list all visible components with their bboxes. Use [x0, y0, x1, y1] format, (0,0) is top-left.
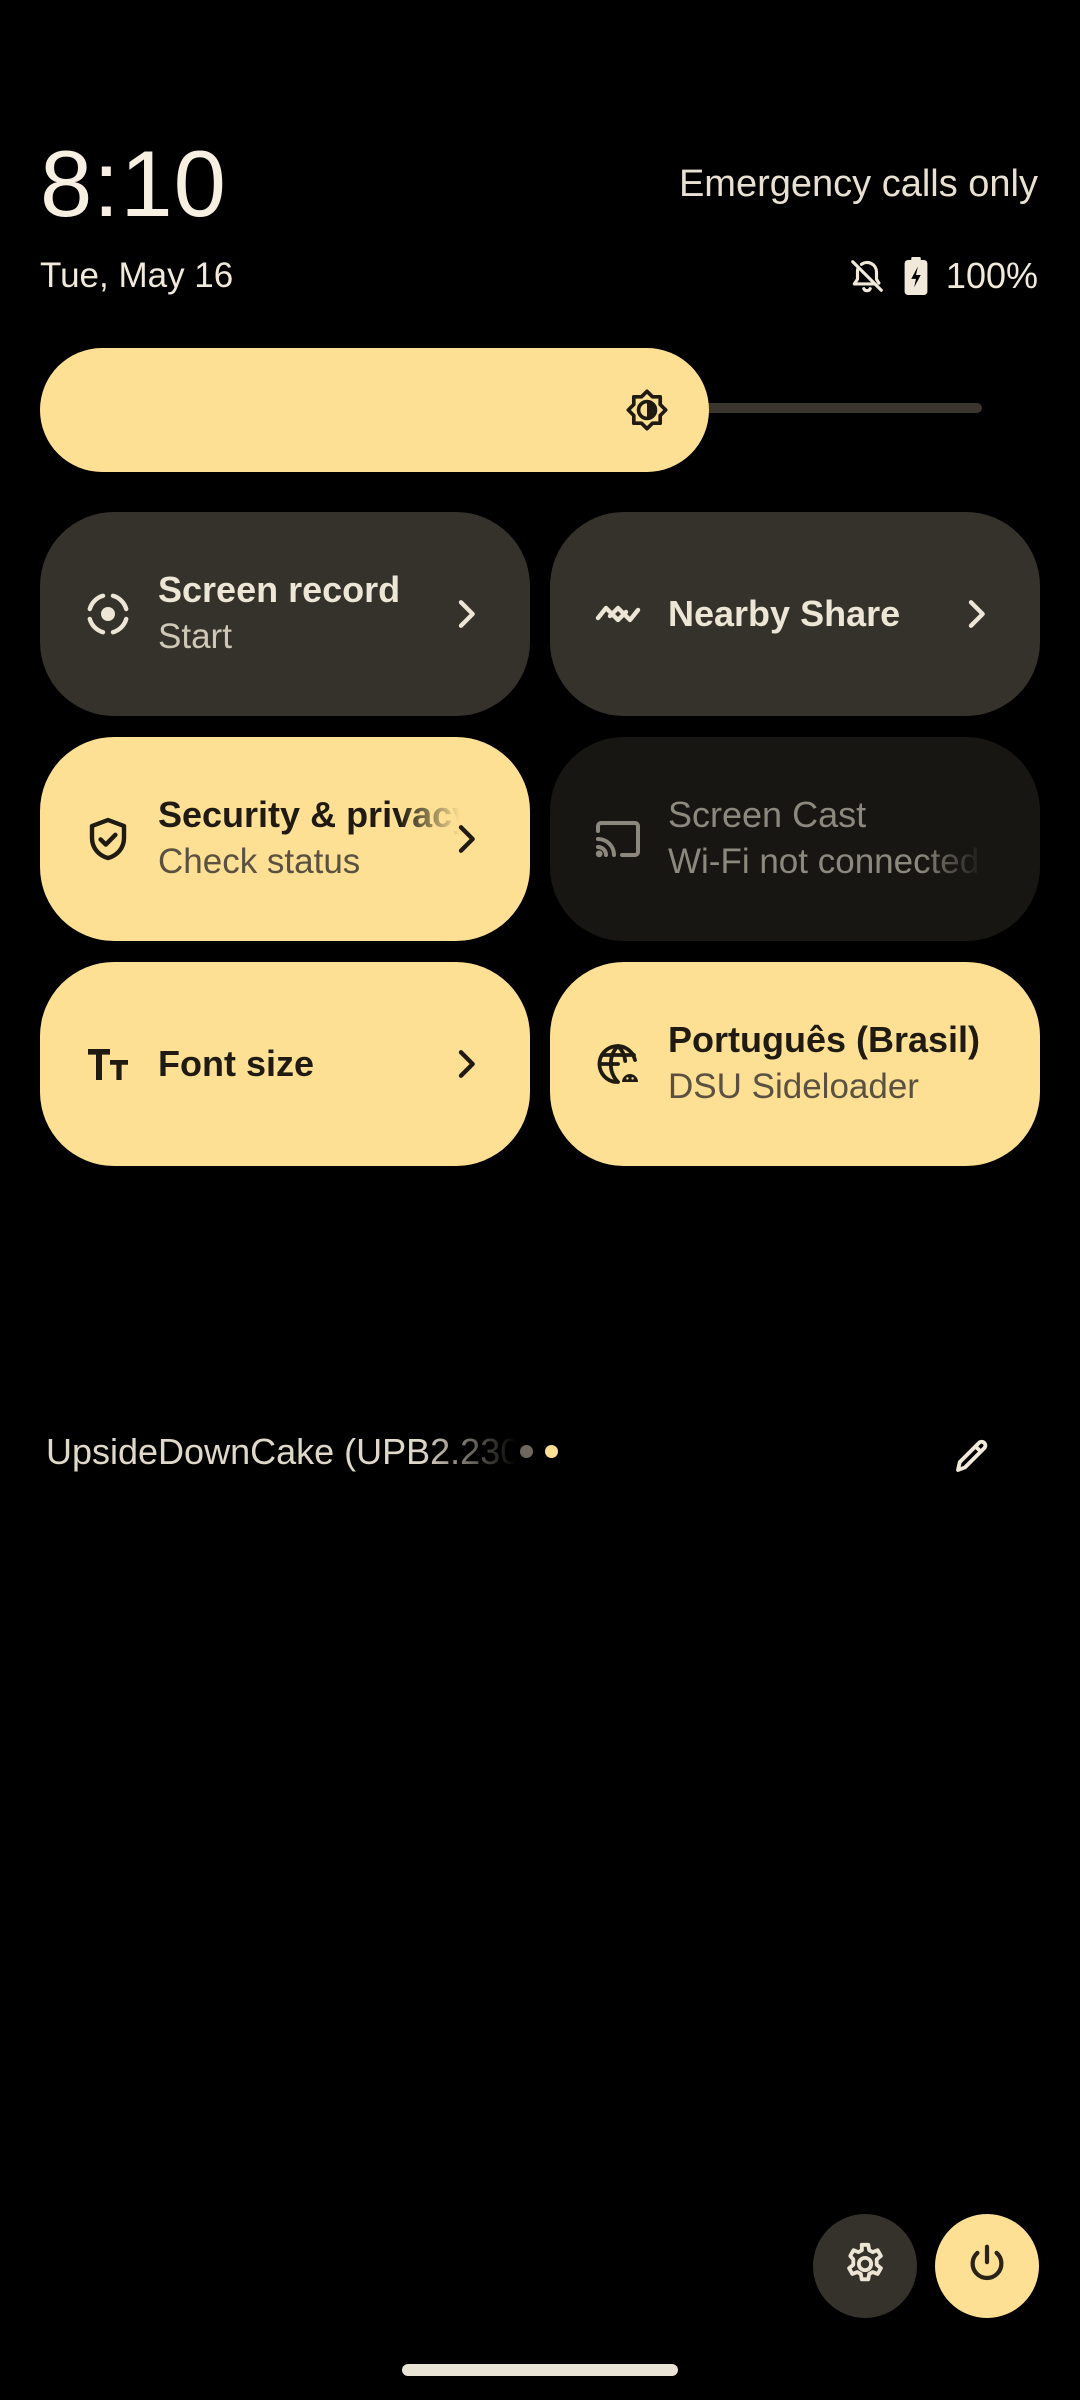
- tile-secondary-label: Check status: [158, 842, 361, 881]
- tile-label: Screen Cast: [668, 794, 867, 835]
- edit-pencil-icon: [951, 1435, 993, 1482]
- tile-label: Screen record: [158, 569, 401, 610]
- power-icon: [964, 2241, 1010, 2292]
- screen-record-icon: [84, 590, 132, 638]
- battery-percentage: 100%: [945, 255, 1038, 296]
- chevron-right-icon: [446, 594, 486, 634]
- font-size-icon: [84, 1040, 132, 1088]
- brightness-icon: [625, 388, 669, 432]
- nearby-share-icon: [594, 590, 642, 638]
- tile-label: Nearby Share: [668, 593, 901, 634]
- build-number[interactable]: UpsideDownCake (UPB2.230407: [46, 1428, 516, 1476]
- page-indicator: [520, 1445, 558, 1458]
- cast-icon: [594, 815, 642, 863]
- chevron-right-icon: [446, 819, 486, 859]
- tile-label: Font size: [158, 1043, 315, 1084]
- battery-charging-icon: [904, 257, 928, 295]
- date-text[interactable]: Tue, May 16: [40, 254, 233, 298]
- tile-secondary-label: DSU Sideloader: [668, 1067, 919, 1106]
- tile-nearby-share[interactable]: Nearby Share: [550, 512, 1040, 716]
- tile-screen-record[interactable]: Screen record Start: [40, 512, 530, 716]
- edit-button[interactable]: [940, 1426, 1004, 1490]
- page-dot: [545, 1445, 558, 1458]
- tile-secondary-label: Wi-Fi not connected: [668, 842, 980, 881]
- power-button[interactable]: [935, 2214, 1039, 2318]
- carrier-status: Emergency calls only: [678, 163, 1038, 205]
- settings-button[interactable]: [813, 2214, 917, 2318]
- status-icons: 100%: [848, 252, 1038, 300]
- tile-secondary-label: Start: [158, 617, 232, 656]
- tile-screen-cast[interactable]: Screen Cast Wi-Fi not connected: [550, 737, 1040, 941]
- navigation-handle[interactable]: [402, 2364, 678, 2376]
- tile-label: Português (Brasil): [668, 1019, 981, 1060]
- language-globe-icon: [594, 1040, 642, 1088]
- page-dot: [520, 1445, 533, 1458]
- tile-security-privacy[interactable]: Security & privacy Check status: [40, 737, 530, 941]
- chevron-right-icon: [956, 594, 996, 634]
- brightness-slider[interactable]: [40, 348, 982, 472]
- shield-check-icon: [84, 815, 132, 863]
- tile-font-size[interactable]: Font size: [40, 962, 530, 1166]
- clock-time[interactable]: 8:10: [40, 128, 227, 240]
- tile-label: Security & privacy: [158, 794, 460, 835]
- brightness-fill[interactable]: [40, 348, 709, 472]
- gear-icon: [842, 2241, 888, 2292]
- notifications-off-icon: [848, 257, 886, 295]
- chevron-right-icon: [446, 1044, 486, 1084]
- tile-language[interactable]: Português (Brasil) DSU Sideloader: [550, 962, 1040, 1166]
